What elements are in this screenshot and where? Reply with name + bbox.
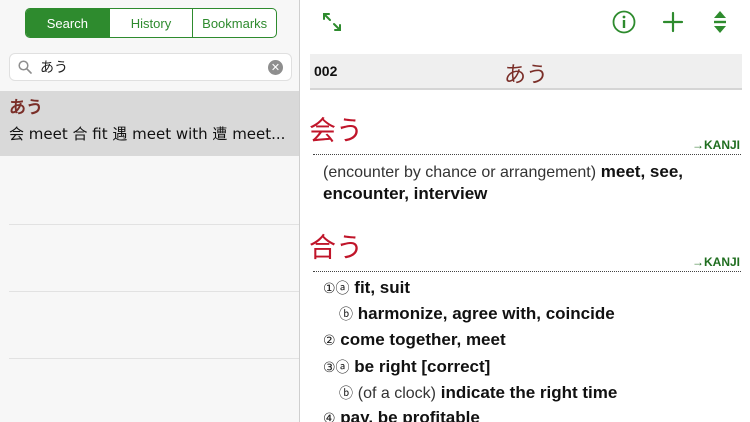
right-pane: 002 あう 会う →KANJI (encounter by chance or… (301, 0, 750, 422)
expand-icon[interactable] (320, 10, 344, 34)
headword: 会う (309, 116, 363, 147)
entry-header: 002 あう (310, 54, 742, 90)
sense-line: ①ⓐ fit, suit (323, 277, 410, 300)
list-divider (9, 358, 299, 359)
sense-marker: ①ⓐ (323, 281, 350, 297)
sense-line: ② come together, meet (323, 329, 506, 352)
toolbar (301, 0, 750, 44)
sense-marker: ③ⓐ (323, 360, 350, 376)
list-item[interactable]: あう 会 meet 合 fit 遇 meet with 遭 meet... (0, 91, 299, 156)
sense-text: be right [correct] (354, 357, 491, 376)
add-icon[interactable] (661, 10, 685, 34)
definition-line: (encounter by chance or arrangement) mee… (323, 161, 683, 184)
clear-icon[interactable]: ✕ (268, 59, 283, 75)
definition-gloss: encounter, interview (323, 184, 488, 203)
sense-text: pay, be profitable (340, 408, 480, 422)
definition-note: (encounter by chance or arrangement) (323, 164, 597, 181)
result-preview: 会 meet 合 fit 遇 meet with 遭 meet... (9, 125, 286, 143)
sense-text: come together, meet (340, 330, 506, 349)
section-rule (313, 271, 741, 272)
list-divider (9, 224, 299, 225)
info-icon[interactable] (612, 10, 636, 34)
search-input[interactable] (40, 59, 268, 75)
sense-marker: ⓑ (339, 307, 353, 323)
result-title: あう (9, 98, 43, 118)
entry-reading: あう (503, 63, 548, 88)
sense-note: (of a clock) (357, 385, 436, 402)
sense-marker: ② (323, 333, 336, 349)
left-pane: Search History Bookmarks ✕ あう 会 meet 合 f… (0, 0, 300, 422)
sense-line: ⓑ harmonize, agree with, coincide (339, 303, 615, 326)
headword: 合う (309, 233, 363, 264)
sense-text: harmonize, agree with, coincide (357, 304, 615, 323)
definition-line: encounter, interview (323, 183, 487, 205)
sense-text: indicate the right time (440, 383, 618, 402)
definition-gloss: meet, see, (600, 162, 684, 181)
sense-line: ③ⓐ be right [correct] (323, 356, 490, 379)
tab-history[interactable]: History (108, 9, 193, 37)
list-divider (9, 291, 299, 292)
search-box[interactable]: ✕ (9, 53, 292, 81)
sense-line: ④ pay, be profitable (323, 407, 480, 422)
sense-line: ⓑ (of a clock) indicate the right time (339, 382, 617, 405)
kanji-link[interactable]: →KANJI (692, 255, 740, 269)
search-icon (18, 60, 32, 74)
tab-search[interactable]: Search (26, 9, 109, 37)
expand-collapse-icon[interactable] (708, 10, 732, 34)
sense-marker: ⓑ (339, 386, 353, 402)
sense-text: fit, suit (354, 278, 411, 297)
tab-control: Search History Bookmarks (25, 8, 277, 38)
tab-bookmarks[interactable]: Bookmarks (192, 9, 276, 37)
sense-marker: ④ (323, 411, 336, 422)
kanji-link[interactable]: →KANJI (692, 138, 740, 152)
section-rule (313, 154, 741, 155)
